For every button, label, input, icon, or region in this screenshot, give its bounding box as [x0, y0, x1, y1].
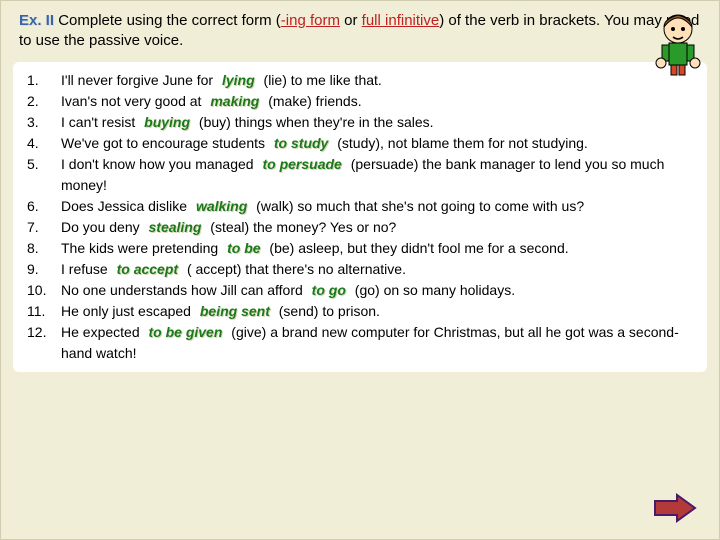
item-number: 7. — [27, 217, 61, 238]
list-item: 9.I refuse to accept ( accept) that ther… — [27, 259, 693, 280]
instruction-text-1: Complete using the correct form ( — [54, 12, 281, 29]
list-item: 5.I don't know how you managed to persua… — [27, 154, 693, 196]
item-sentence: We've got to encourage students to study… — [61, 133, 693, 154]
instruction-text-2: or — [340, 12, 362, 29]
item-sentence: He only just escaped being sent (send) t… — [61, 301, 693, 322]
list-item: 11.He only just escaped being sent (send… — [27, 301, 693, 322]
item-sentence: Does Jessica dislike walking (walk) so m… — [61, 196, 693, 217]
exercise-instruction: Ex. II Complete using the correct form (… — [1, 1, 719, 58]
answer-text: to accept — [112, 261, 183, 277]
item-sentence: No one understands how Jill can afford t… — [61, 280, 693, 301]
item-number: 9. — [27, 259, 61, 280]
answer-text: to persuade — [257, 156, 346, 172]
answer-text: buying — [139, 114, 195, 130]
item-number: 11. — [27, 301, 61, 322]
answer-text: to be — [222, 240, 265, 256]
answer-text: lying — [217, 72, 260, 88]
answer-text: to be given — [144, 324, 228, 340]
item-number: 4. — [27, 133, 61, 154]
item-sentence: I'll never forgive June for lying (lie) … — [61, 70, 693, 91]
answer-text: to go — [307, 282, 351, 298]
highlight-full-infinitive: full infinitive — [362, 12, 440, 29]
item-sentence: Ivan's not very good at making (make) fr… — [61, 91, 693, 112]
item-number: 5. — [27, 154, 61, 196]
list-item: 12.He expected to be given (give) a bran… — [27, 322, 693, 364]
slide: Ex. II Complete using the correct form (… — [0, 0, 720, 540]
list-item: 10.No one understands how Jill can affor… — [27, 280, 693, 301]
answer-text: to study — [269, 135, 333, 151]
item-sentence: I don't know how you managed to persuade… — [61, 154, 693, 196]
list-item: 2.Ivan's not very good at making (make) … — [27, 91, 693, 112]
item-sentence: I can't resist buying (buy) things when … — [61, 112, 693, 133]
list-item: 8.The kids were pretending to be (be) as… — [27, 238, 693, 259]
item-number: 3. — [27, 112, 61, 133]
item-number: 6. — [27, 196, 61, 217]
list-item: 3.I can't resist buying (buy) things whe… — [27, 112, 693, 133]
list-item: 6.Does Jessica dislike walking (walk) so… — [27, 196, 693, 217]
answer-text: making — [205, 93, 264, 109]
item-number: 2. — [27, 91, 61, 112]
item-number: 1. — [27, 70, 61, 91]
highlight-ing-form: -ing form — [281, 12, 340, 29]
exercise-label: Ex. II — [19, 12, 54, 29]
item-number: 12. — [27, 322, 61, 364]
answer-text: being sent — [195, 303, 275, 319]
item-sentence: I refuse to accept ( accept) that there'… — [61, 259, 693, 280]
item-sentence: Do you deny stealing (steal) the money? … — [61, 217, 693, 238]
exercise-list: 1.I'll never forgive June for lying (lie… — [13, 62, 707, 372]
item-sentence: He expected to be given (give) a brand n… — [61, 322, 693, 364]
list-item: 1.I'll never forgive June for lying (lie… — [27, 70, 693, 91]
item-sentence: The kids were pretending to be (be) asle… — [61, 238, 693, 259]
list-item: 7.Do you deny stealing (steal) the money… — [27, 217, 693, 238]
list-item: 4.We've got to encourage students to stu… — [27, 133, 693, 154]
next-arrow-button[interactable] — [653, 493, 697, 523]
cartoon-boy-icon — [647, 7, 709, 77]
answer-text: walking — [191, 198, 252, 214]
item-number: 10. — [27, 280, 61, 301]
answer-text: stealing — [144, 219, 207, 235]
item-number: 8. — [27, 238, 61, 259]
